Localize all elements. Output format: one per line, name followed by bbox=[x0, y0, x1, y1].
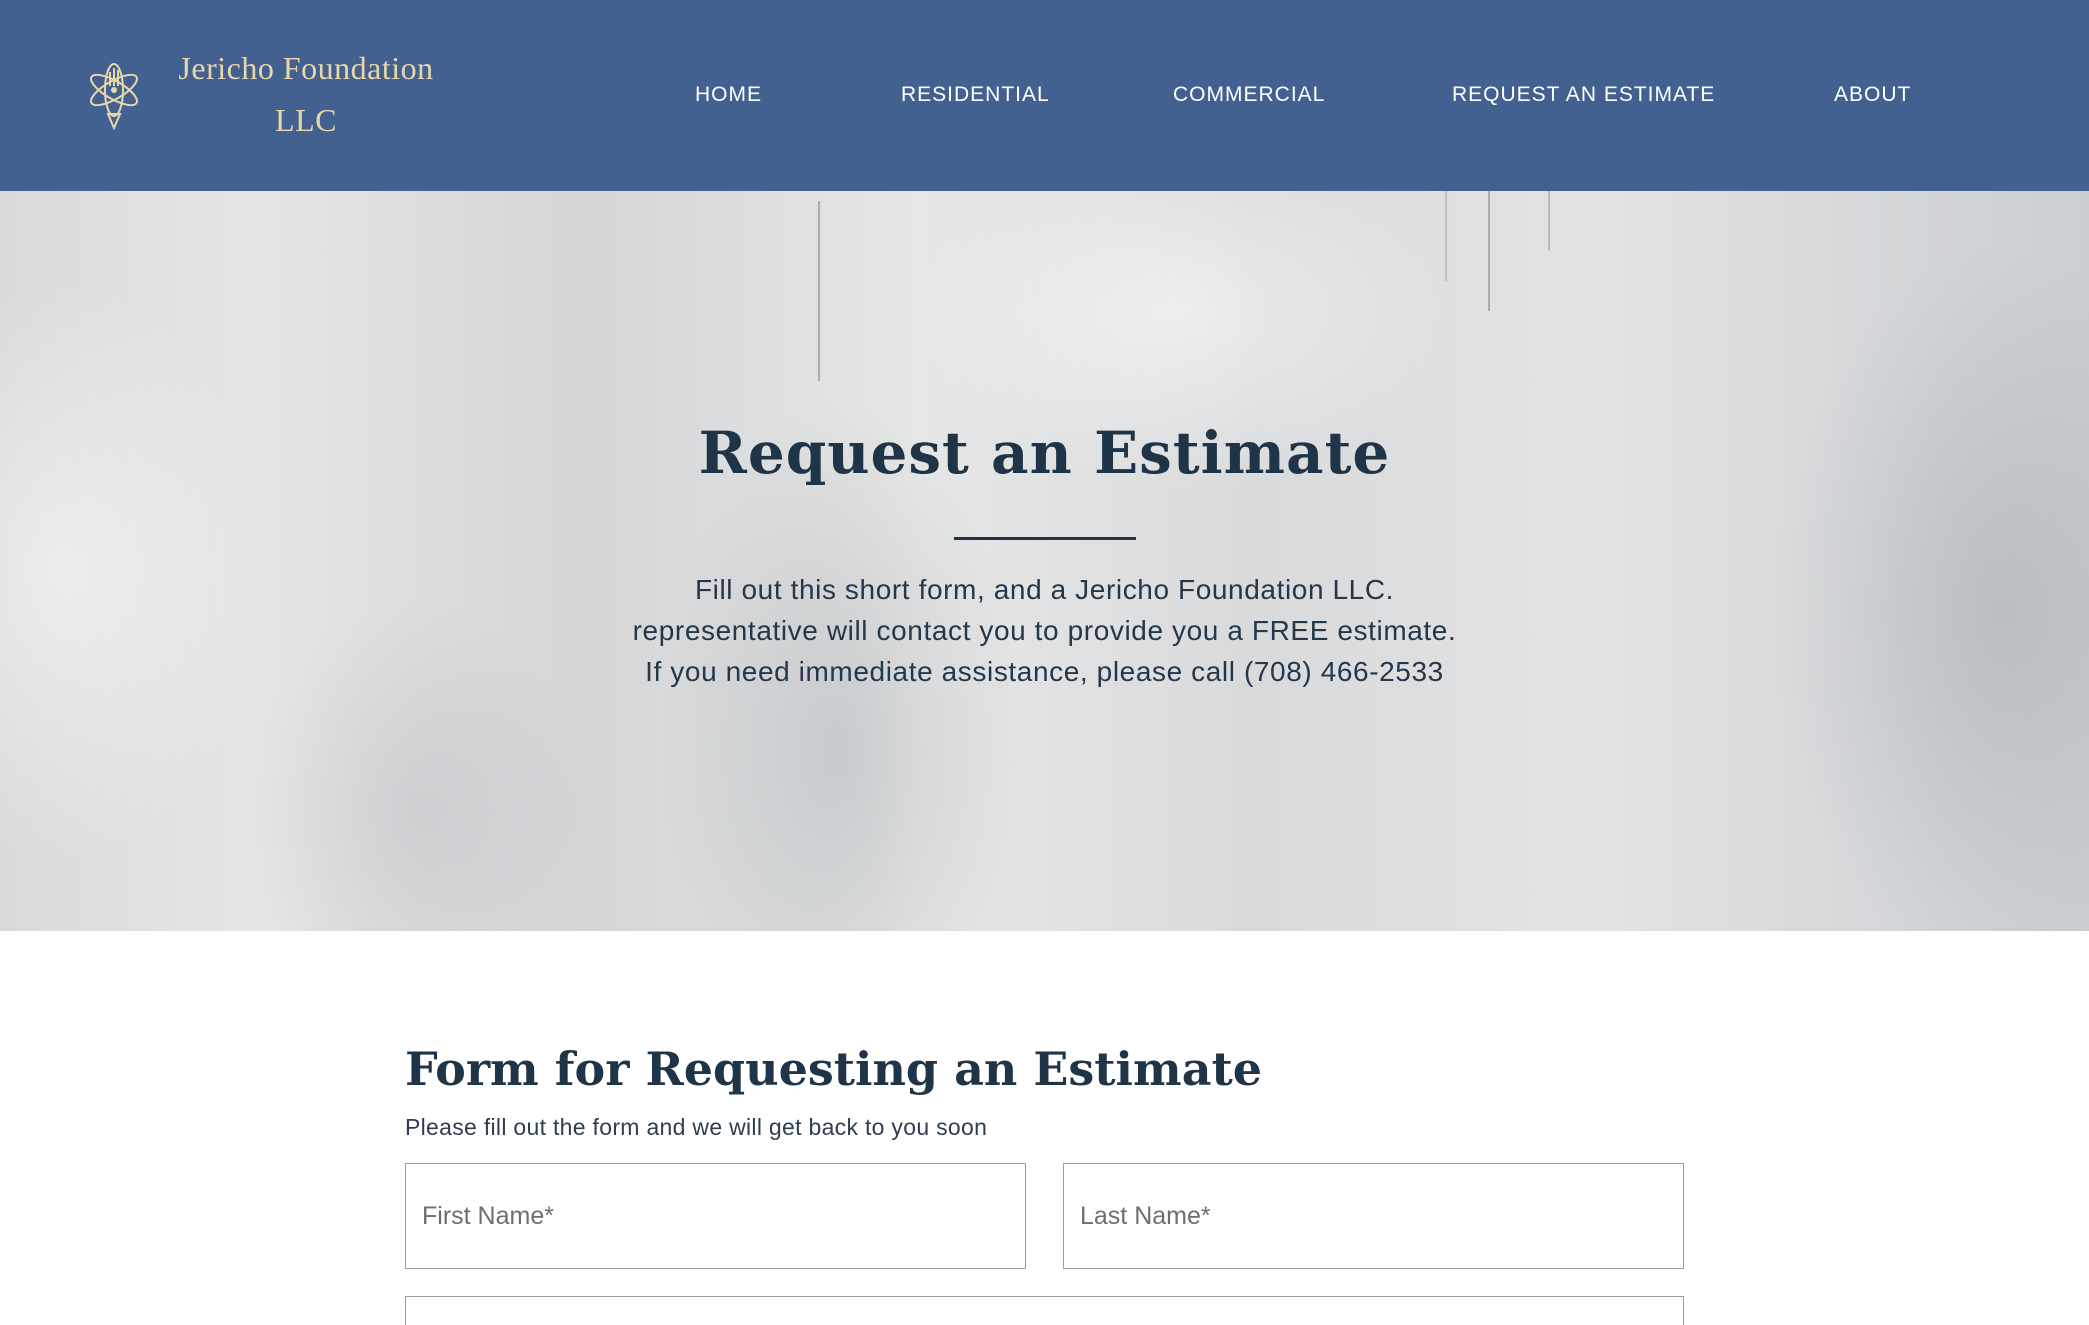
texture-streak bbox=[1445, 191, 1447, 281]
brand-name[interactable]: Jericho Foundation LLC bbox=[160, 42, 452, 146]
nav-request-an-estimate[interactable]: REQUEST AN ESTIMATE bbox=[1452, 80, 1715, 110]
hero-banner bbox=[0, 191, 2089, 931]
site-header: Jericho Foundation LLC HOME RESIDENTIAL … bbox=[0, 0, 2089, 191]
hero-intro-line-2: representative will contact you to provi… bbox=[632, 615, 1457, 646]
brand-name-line2: LLC bbox=[275, 102, 337, 138]
nav-residential[interactable]: RESIDENTIAL bbox=[901, 80, 1050, 110]
brand-name-line1: Jericho Foundation bbox=[178, 50, 434, 86]
texture-streak bbox=[1488, 191, 1490, 311]
hero-intro-line-1: Fill out this short form, and a Jericho … bbox=[694, 574, 1395, 605]
last-name-field[interactable] bbox=[1063, 1163, 1684, 1269]
next-form-field[interactable] bbox=[405, 1296, 1684, 1325]
nav-about[interactable]: ABOUT bbox=[1834, 80, 1911, 110]
hero-intro-line-3: If you need immediate assistance, please… bbox=[645, 656, 1444, 687]
texture-streak bbox=[1548, 191, 1550, 251]
atom-hand-logo-icon[interactable] bbox=[86, 56, 142, 132]
form-title: Form for Requesting an Estimate bbox=[405, 1042, 1263, 1096]
title-divider bbox=[954, 537, 1136, 540]
texture-streak bbox=[818, 201, 820, 381]
form-subtitle: Please fill out the form and we will get… bbox=[405, 1114, 988, 1140]
first-name-field[interactable] bbox=[405, 1163, 1026, 1269]
nav-home[interactable]: HOME bbox=[695, 80, 762, 110]
page-title: Request an Estimate bbox=[698, 419, 1391, 487]
nav-commercial[interactable]: COMMERCIAL bbox=[1173, 80, 1325, 110]
